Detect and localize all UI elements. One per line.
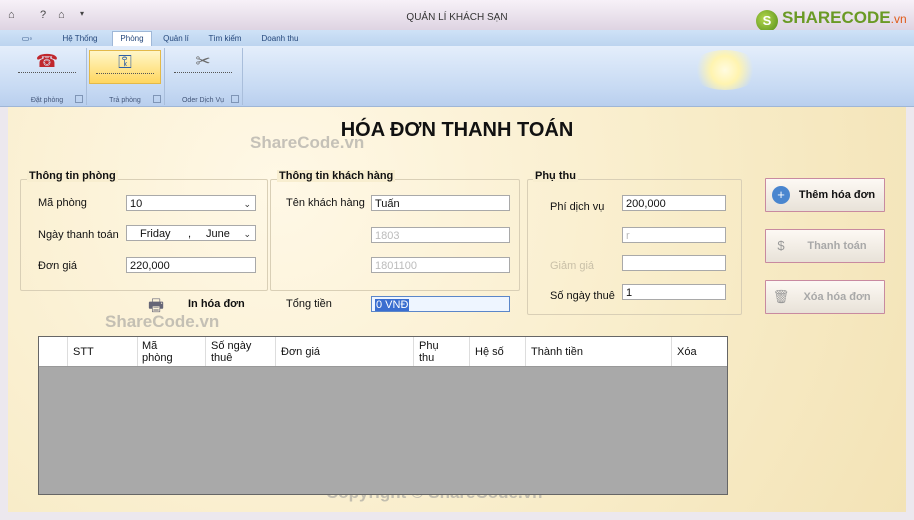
watermark: ShareCode.vn — [250, 133, 365, 152]
tab-quan-li[interactable]: Quản lí — [156, 32, 196, 46]
customer-hidden-field-1[interactable]: 1803 — [371, 227, 510, 243]
checkout-month: June — [206, 228, 230, 240]
logo-icon: S — [756, 10, 778, 32]
customer-name-field[interactable]: Tuấn — [371, 195, 510, 211]
sharecode-logo: SHARECODE.vn — [782, 8, 907, 28]
checkout-day: Friday — [140, 228, 171, 240]
checkout-date-label: Ngày thanh toán — [38, 229, 119, 241]
dat-phong-button[interactable]: ☎ — [12, 50, 82, 82]
tra-phong-button[interactable]: ⚿ — [89, 50, 161, 84]
price-label: Đơn giá — [38, 260, 78, 272]
room-no-value: 10 — [130, 198, 143, 210]
column-header-thanh-tien[interactable]: Thành tiền — [531, 346, 583, 358]
column-header-stt[interactable]: STT — [73, 346, 94, 358]
surcharge-hidden-field[interactable]: r — [622, 227, 726, 243]
tab-he-thong[interactable]: Hệ Thống — [54, 32, 106, 46]
column-header-don-gia[interactable]: Đơn giá — [281, 346, 320, 358]
room-no-label: Mã phòng — [38, 197, 87, 209]
form-title: HÓA ĐƠN THANH TOÁN — [340, 119, 574, 141]
delete-invoice-label: Xóa hóa đơn — [803, 291, 871, 303]
room-no-select[interactable]: 10 ⌄ — [126, 195, 256, 211]
checkout-separator: , — [188, 228, 192, 240]
title-bar: ⌂ ? ⌂ ▾ QUẢN LÍ KHÁCH SẠN S SHARECODE.vn — [0, 0, 914, 32]
column-header-phu-thu[interactable]: Phụ thu — [419, 340, 449, 364]
sun-decoration — [690, 50, 760, 90]
tab-doanh-thu[interactable]: Doanh thu — [254, 32, 306, 46]
tab-tim-kiem[interactable]: Tìm kiếm — [200, 32, 250, 46]
tab-phong[interactable]: Phòng — [112, 31, 152, 46]
key-tag-icon: ⚿ — [118, 52, 132, 72]
tools-icon: ✂ — [195, 51, 211, 71]
grid-header: STT Mã phòng Số ngày thuê Đơn giá Phụ th… — [39, 337, 727, 367]
column-header-he-so[interactable]: Hệ số — [475, 346, 504, 358]
rental-days-label: Số ngày thuê — [550, 290, 615, 302]
logo-suffix: .vn — [890, 12, 907, 26]
application-menu-button[interactable]: ▭◦ — [12, 32, 42, 46]
customer-name-label: Tên khách hàng — [286, 197, 365, 209]
print-invoice-label: In hóa đơn — [188, 298, 245, 310]
total-label: Tổng tiền — [286, 298, 332, 310]
service-fee-field[interactable]: 200,000 — [622, 195, 726, 211]
discount-field[interactable] — [622, 255, 726, 271]
print-invoice-button[interactable]: 🖶 In hóa đơn — [146, 293, 261, 315]
chevron-down-icon: ⌄ — [243, 199, 251, 209]
total-value: 0 VNĐ — [375, 299, 410, 311]
add-invoice-button[interactable]: + Thêm hóa đơn — [765, 178, 885, 212]
pay-label: Thanh toán — [807, 240, 867, 252]
logo-text: SHARECODE — [782, 8, 891, 27]
pay-button[interactable]: $ Thanh toán — [765, 229, 885, 263]
invoice-grid[interactable]: STT Mã phòng Số ngày thuê Đơn giá Phụ th… — [38, 336, 728, 495]
total-field[interactable]: 0 VNĐ — [371, 296, 510, 312]
surcharge-title: Phụ thu — [533, 170, 578, 182]
add-invoice-label: Thêm hóa đơn — [798, 189, 876, 201]
customer-info-title: Thông tin khách hàng — [277, 170, 396, 182]
column-header-xoa[interactable]: Xóa — [677, 346, 697, 358]
column-header-ma-phong[interactable]: Mã phòng — [142, 340, 182, 364]
ribbon-tab-strip: ▭◦ Hệ Thống Phòng Quản lí Tìm kiếm Doanh… — [0, 30, 914, 46]
printer-icon: 🖶 — [148, 296, 165, 315]
rental-days-field[interactable]: 1 — [622, 284, 726, 300]
plus-icon: + — [772, 186, 790, 204]
chevron-down-icon: ⌄ — [243, 229, 251, 239]
room-info-title: Thông tin phòng — [27, 170, 118, 182]
telephone-icon: ☎ — [35, 51, 59, 71]
delete-invoice-button[interactable]: 🗑 Xóa hóa đơn — [765, 280, 885, 314]
invoice-form: HÓA ĐƠN THANH TOÁN ShareCode.vn ShareCod… — [8, 107, 906, 512]
group-launcher-icon[interactable] — [231, 95, 239, 103]
checkout-date-picker[interactable]: Friday , June ⌄ — [126, 225, 256, 241]
coins-icon: $ — [777, 238, 785, 253]
group-launcher-icon[interactable] — [153, 95, 161, 103]
service-fee-label: Phí dịch vụ — [550, 201, 605, 213]
trash-icon: 🗑 — [772, 289, 790, 304]
customer-hidden-field-2[interactable]: 1801100 — [371, 257, 510, 273]
discount-label: Giảm giá — [550, 260, 595, 272]
column-header-so-ngay-thue[interactable]: Số ngày thuê — [211, 340, 259, 364]
group-launcher-icon[interactable] — [75, 95, 83, 103]
price-field[interactable]: 220,000 — [126, 257, 256, 273]
oder-dich-vu-button[interactable]: ✂ — [168, 50, 238, 82]
